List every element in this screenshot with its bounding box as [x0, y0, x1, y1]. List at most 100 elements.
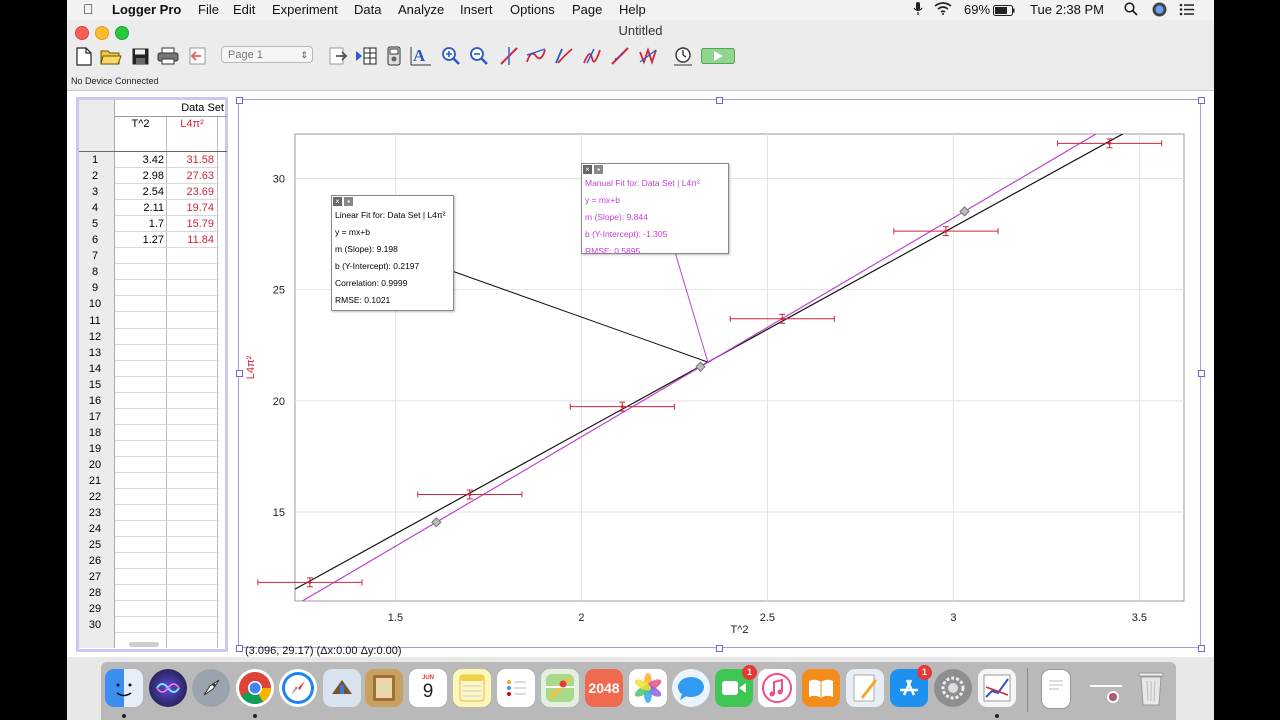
notes-icon[interactable] [453, 669, 491, 707]
messages-icon[interactable] [672, 669, 710, 707]
open-folder-icon[interactable] [99, 44, 123, 68]
system-preferences-icon[interactable] [934, 669, 972, 707]
integral-icon[interactable] [552, 44, 576, 68]
table-view-icon[interactable] [354, 44, 378, 68]
manual-fit-equation: y = mx+b [585, 195, 620, 205]
page-area: Data Set T^2 L4π² 1 3.42 31.58 2 2.98 27.63 3 2… [67, 91, 1214, 657]
resize-handle-bc[interactable] [716, 645, 723, 652]
linear-fit-rmse: RMSE: 0.1021 [335, 295, 391, 305]
calendar-icon[interactable]: JUN 9 [409, 669, 447, 707]
menu-data[interactable]: Data [354, 2, 381, 17]
dock-divider [1027, 668, 1028, 712]
y-tick-label: 25 [273, 285, 285, 297]
manual-fit-title: Manual Fit for: Data Set | L4π² [585, 178, 700, 188]
new-file-icon[interactable] [72, 44, 96, 68]
game-2048-icon[interactable]: 2048 [585, 669, 623, 707]
resize-handle-tc[interactable] [716, 97, 723, 104]
data-point [780, 317, 784, 321]
linear-fit-icon[interactable] [608, 44, 632, 68]
examine-icon[interactable] [497, 44, 521, 68]
linear-fit-box[interactable]: × ▪ Linear Fit for: Data Set | L4π² y = … [331, 195, 454, 311]
resize-handle-tr[interactable] [1198, 97, 1205, 104]
manual-fit-box[interactable]: × ▪ Manual Fit for: Data Set | L4π² y = … [581, 163, 729, 256]
resize-handle-mr[interactable] [1198, 370, 1205, 377]
menu-options[interactable]: Options [510, 2, 555, 17]
app-store-badge: 1 [917, 665, 932, 680]
data-point [944, 229, 948, 233]
menu-page[interactable]: Page [572, 2, 602, 17]
downloads-stack-icon[interactable] [1087, 669, 1125, 707]
chrome-running-dot [253, 714, 257, 718]
siri-dock-icon[interactable] [149, 669, 187, 707]
ibooks-icon[interactable] [802, 669, 840, 707]
reminders-icon[interactable] [497, 669, 535, 707]
resize-handle-ml[interactable] [236, 370, 243, 377]
spotlight-search-icon[interactable] [1124, 2, 1138, 19]
photos-icon[interactable] [629, 669, 667, 707]
data-point [308, 580, 312, 584]
apple-menu-icon[interactable]:  [83, 1, 94, 17]
itunes-icon[interactable] [758, 669, 796, 707]
menu-experiment[interactable]: Experiment [272, 2, 338, 17]
microphone-icon[interactable] [913, 1, 923, 19]
close-fit-box-icon[interactable]: × [333, 197, 342, 206]
menu-file[interactable]: File [198, 2, 219, 17]
launchpad-icon[interactable] [192, 669, 230, 707]
meter-icon[interactable] [382, 44, 406, 68]
page-selector[interactable]: Page 1 ⇕ [221, 46, 313, 63]
device-status: No Device Connected [71, 76, 159, 86]
app-menu[interactable]: Logger Pro [112, 2, 181, 17]
zoom-in-icon[interactable] [439, 44, 463, 68]
close-manual-fit-icon[interactable]: × [583, 165, 592, 174]
menu-clock[interactable]: Tue 2:38 PM [1030, 2, 1104, 17]
maps-icon[interactable] [541, 669, 579, 707]
x-tick-label: 2.5 [760, 612, 775, 624]
contacts-icon[interactable] [365, 669, 403, 707]
resize-handle-bl[interactable] [236, 645, 243, 652]
statistics-icon[interactable] [580, 44, 604, 68]
wifi-icon[interactable] [934, 2, 952, 18]
next-page-arrow-icon[interactable] [327, 44, 351, 68]
calendar-day: 9 [422, 681, 434, 702]
y-axis-label: L4π² [245, 355, 257, 379]
chrome-icon[interactable] [236, 669, 274, 707]
battery-percent: 69% [964, 2, 991, 17]
collect-button[interactable] [700, 44, 736, 68]
page-selector-value: Page 1 [228, 49, 263, 61]
zoom-out-icon[interactable] [467, 44, 491, 68]
battery-icon[interactable] [993, 4, 1015, 19]
curve-fit-icon[interactable] [636, 44, 660, 68]
finder-icon[interactable] [105, 669, 143, 707]
siri-icon[interactable] [1152, 2, 1167, 20]
x-tick-label: 1.5 [388, 612, 403, 624]
manual-fit-options-icon[interactable]: ▪ [594, 165, 603, 174]
menu-insert[interactable]: Insert [460, 2, 493, 17]
linear-fit-title: Linear Fit for: Data Set | L4π² [335, 210, 446, 220]
x-tick-label: 3 [950, 612, 956, 624]
print-icon[interactable] [156, 44, 180, 68]
safari-icon[interactable] [279, 669, 317, 707]
menu-analyze[interactable]: Analyze [398, 2, 444, 17]
stopwatch-icon[interactable] [671, 44, 695, 68]
tangent-icon[interactable] [524, 44, 548, 68]
manual-fit-rmse: RMSE: 0.5895 [585, 246, 641, 256]
coordinate-readout: (3.096, 29.17) (Δx:0.00 Δy:0.00) [245, 645, 402, 657]
notification-center-icon[interactable] [1179, 3, 1195, 19]
facetime-icon[interactable]: 1 [715, 665, 757, 707]
data-point [620, 405, 624, 409]
resize-handle-tl[interactable] [236, 97, 243, 104]
trash-icon[interactable] [1132, 669, 1170, 707]
menu-help[interactable]: Help [619, 2, 646, 17]
save-disk-icon[interactable] [128, 44, 152, 68]
pages-icon[interactable] [846, 669, 884, 707]
document-thumbnail-icon[interactable] [1041, 669, 1071, 709]
manual-fit-intercept: b (Y-Intercept): -1.305 [585, 229, 668, 239]
mail-icon[interactable] [323, 669, 361, 707]
undo-arrow-icon[interactable] [185, 44, 209, 68]
resize-handle-br[interactable] [1198, 645, 1205, 652]
autoscale-text-icon[interactable]: A [409, 44, 433, 68]
app-store-icon[interactable]: 1 [890, 665, 932, 707]
logger-pro-dock-icon[interactable] [978, 669, 1016, 707]
menu-edit[interactable]: Edit [233, 2, 255, 17]
fit-box-options-icon[interactable]: ▪ [344, 197, 353, 206]
